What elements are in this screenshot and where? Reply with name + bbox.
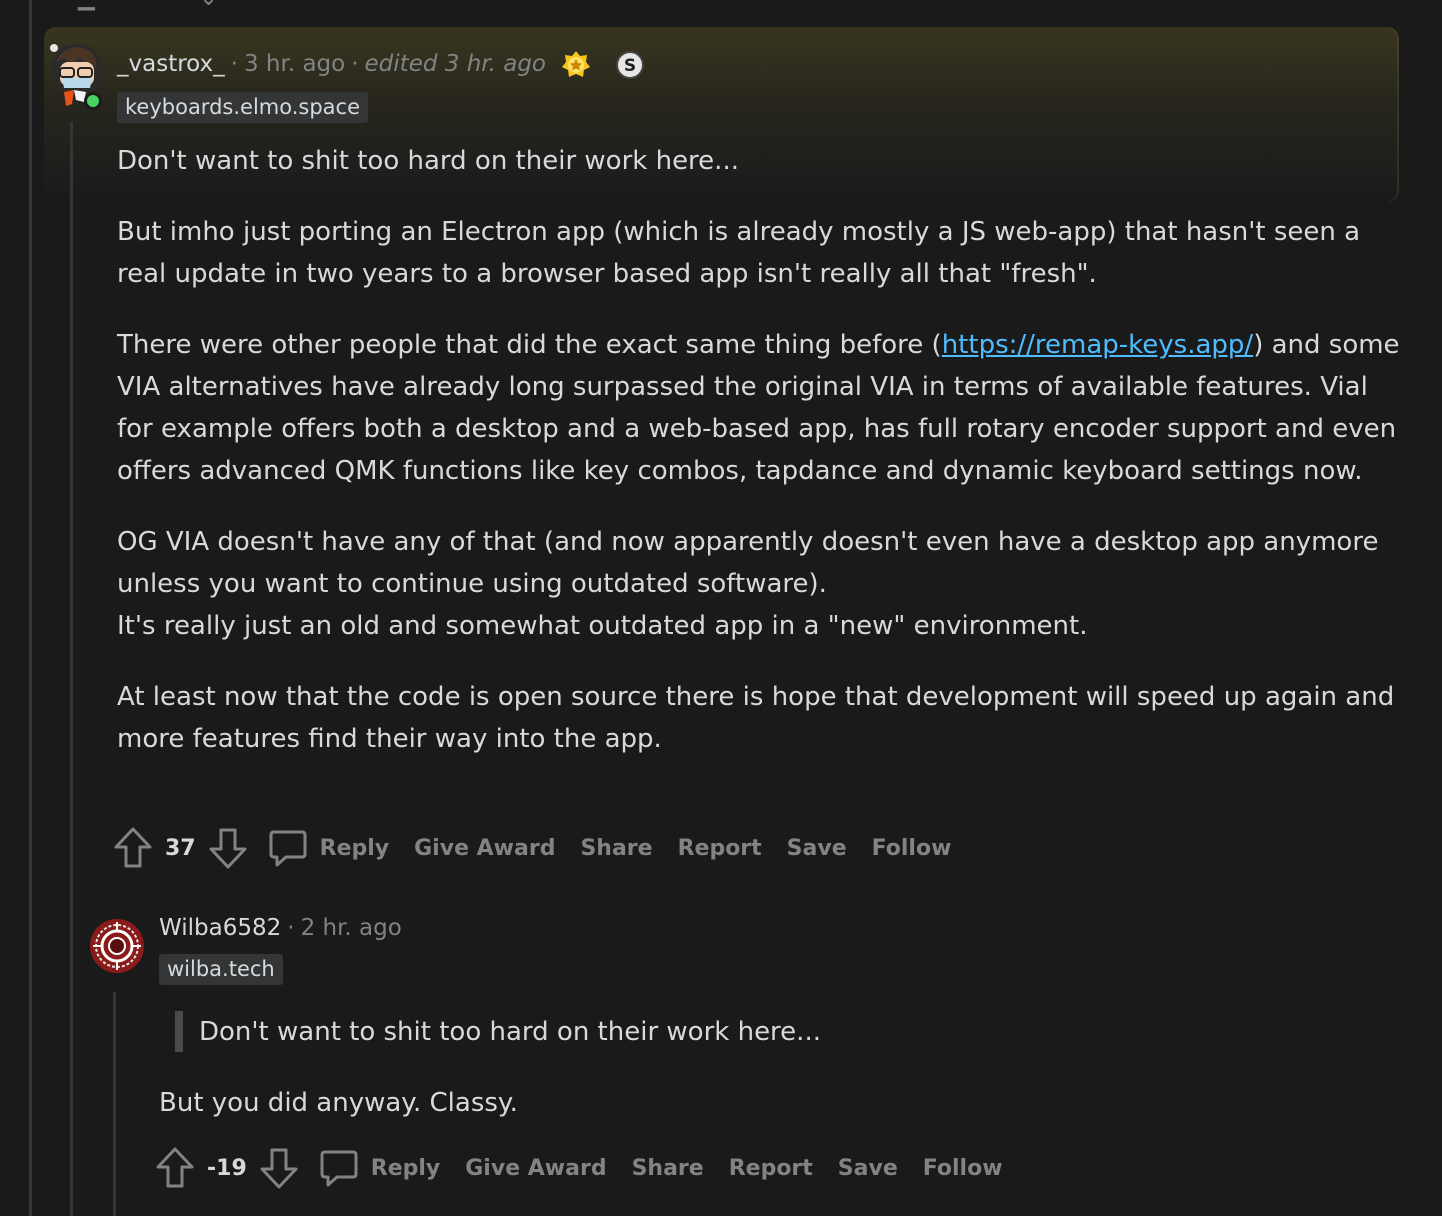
user-flair: keyboards.elmo.space xyxy=(117,92,368,123)
star-award-icon[interactable] xyxy=(561,50,591,80)
follow-button[interactable]: Follow xyxy=(872,836,952,861)
separator-dot: · xyxy=(351,51,359,77)
comment-actions: -19 Reply Give Award Share Report Save F… xyxy=(155,1146,1028,1190)
author-name[interactable]: _vastrox_ xyxy=(117,51,225,77)
author-name[interactable]: Wilba6582 xyxy=(159,915,281,941)
comment-meta: Wilba6582 · 2 hr. ago xyxy=(159,912,402,944)
comment-meta: _vastrox_ · 3 hr. ago · edited 3 hr. ago S xyxy=(117,48,645,80)
report-button[interactable]: Report xyxy=(729,1156,813,1181)
separator-dot: · xyxy=(230,51,238,77)
paragraph: But imho just porting an Electron app (w… xyxy=(117,217,1361,289)
arrow-up-icon[interactable] xyxy=(113,826,153,870)
arrow-down-icon[interactable] xyxy=(208,826,248,870)
blockquote-bar xyxy=(175,1011,183,1052)
previous-actions-partial: ▁ ⌃ ⌄ xyxy=(78,0,236,11)
paragraph: Don't want to shit too hard on their wor… xyxy=(117,146,739,176)
share-button[interactable]: Share xyxy=(580,836,652,861)
speech-bubble-icon[interactable] xyxy=(268,828,308,868)
thread-line[interactable] xyxy=(113,992,116,1216)
s-badge-icon[interactable]: S xyxy=(615,50,645,80)
paragraph: At least now that the code is open sourc… xyxy=(117,682,1395,754)
remap-keys-link[interactable]: https://remap-keys.app/ xyxy=(942,330,1253,360)
blockquote-text: Don't want to shit too hard on their wor… xyxy=(199,1017,821,1047)
separator-dot: · xyxy=(287,915,295,941)
vote-score: -19 xyxy=(207,1155,247,1181)
give-award-button[interactable]: Give Award xyxy=(465,1156,606,1181)
speech-bubble-icon[interactable] xyxy=(319,1148,359,1188)
timestamp[interactable]: 2 hr. ago xyxy=(301,915,402,941)
report-button[interactable]: Report xyxy=(678,836,762,861)
user-flair: wilba.tech xyxy=(159,954,283,985)
online-status-indicator xyxy=(84,92,102,110)
svg-text:S: S xyxy=(624,56,636,76)
follow-button[interactable]: Follow xyxy=(923,1156,1003,1181)
edited-timestamp: edited 3 hr. ago xyxy=(364,51,547,77)
share-button[interactable]: Share xyxy=(632,1156,704,1181)
save-button[interactable]: Save xyxy=(787,836,847,861)
thread-line[interactable] xyxy=(70,122,73,1216)
comment-actions: 37 Reply Give Award Share Report Save Fo… xyxy=(113,826,976,870)
reply-button[interactable]: Reply xyxy=(371,1156,441,1181)
arrow-down-icon[interactable] xyxy=(259,1146,299,1190)
comment-body: Don't want to shit too hard on their wor… xyxy=(117,140,1407,789)
avatar[interactable] xyxy=(89,918,145,974)
timestamp[interactable]: 3 hr. ago xyxy=(244,51,345,77)
reply-button[interactable]: Reply xyxy=(320,836,390,861)
save-button[interactable]: Save xyxy=(838,1156,898,1181)
parent-thread-line[interactable] xyxy=(29,0,32,1216)
arrow-up-icon[interactable] xyxy=(155,1146,195,1190)
vote-score: 37 xyxy=(165,835,196,861)
paragraph: OG VIA doesn't have any of that (and now… xyxy=(117,527,1379,641)
paragraph: There were other people that did the exa… xyxy=(117,330,1400,486)
comment-body: But you did anyway. Classy. xyxy=(159,1088,518,1118)
give-award-button[interactable]: Give Award xyxy=(414,836,555,861)
